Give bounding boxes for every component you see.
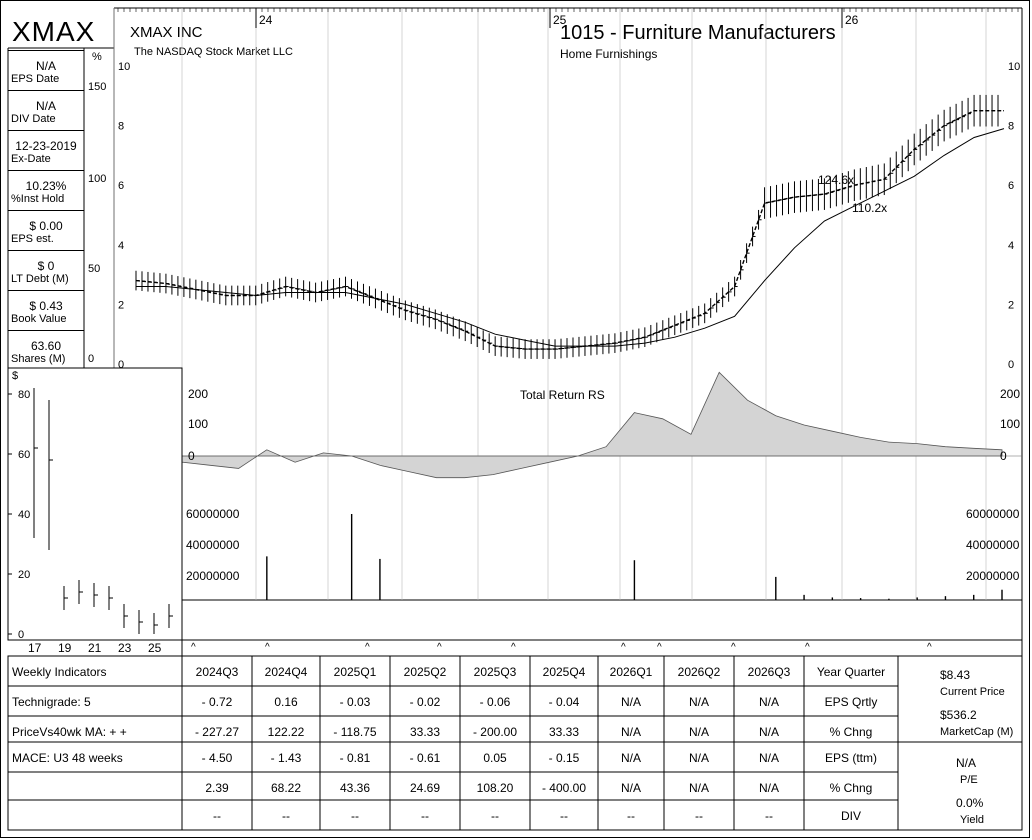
table-cell: N/A (758, 695, 779, 709)
table-cell: N/A (620, 751, 641, 765)
row-label: Weekly Indicators (12, 665, 107, 679)
table-cell: N/A (620, 695, 641, 709)
table-cell: - 0.81 (339, 751, 371, 765)
table-cell: 24.69 (409, 781, 441, 795)
table-cell: -- (695, 809, 703, 823)
current-price-label: Current Price (940, 686, 1005, 698)
table-cell: - 0.61 (409, 751, 441, 765)
pe-label: P/E (960, 774, 978, 786)
table-cell: N/A (758, 781, 779, 795)
row-label: Technigrade: 5 (12, 695, 91, 709)
table-cell: - 400.00 (541, 781, 587, 795)
table-cell: - 227.27 (194, 725, 240, 739)
marketcap-value: $536.2 (940, 708, 977, 722)
table-cell: 2025Q4 (542, 665, 586, 679)
table-cell: - 0.72 (201, 695, 233, 709)
table-cell: 2025Q3 (473, 665, 517, 679)
table-cell: - 200.00 (472, 725, 518, 739)
row-label: MACE: U3 48 weeks (12, 751, 123, 765)
table-cell: -- (765, 809, 773, 823)
table-border (7, 655, 1023, 831)
table-cell: 2.39 (205, 781, 229, 795)
table-cell: -- (491, 809, 499, 823)
marketcap-label: MarketCap (M) (940, 726, 1014, 738)
table-cell: 108.20 (476, 781, 514, 795)
table-cell: EPS Qrtly (824, 695, 878, 709)
table-cell: -- (560, 809, 568, 823)
table-cell: - 0.03 (339, 695, 371, 709)
table-cell: -- (213, 809, 221, 823)
current-price-value: $8.43 (940, 668, 971, 682)
table-cell: -- (282, 809, 290, 823)
table-cell: N/A (758, 725, 779, 739)
table-cell: -- (627, 809, 635, 823)
table-cell: N/A (758, 751, 779, 765)
yield-label: Yield (960, 814, 985, 826)
table-cell: 122.22 (267, 725, 305, 739)
table-cell: -- (421, 809, 429, 823)
yield-value: 0.0% (956, 796, 984, 810)
table-cell: - 0.04 (548, 695, 580, 709)
table-cell: 43.36 (339, 781, 371, 795)
table-cell: - 118.75 (333, 725, 377, 739)
table-cell: - 1.43 (270, 751, 302, 765)
table-cell: EPS (ttm) (824, 751, 877, 765)
table-cell: 0.16 (274, 695, 298, 709)
table-cell: N/A (688, 725, 709, 739)
table-cell: N/A (620, 725, 641, 739)
pe-value: N/A (956, 756, 977, 770)
table-cell: DIV (840, 809, 861, 823)
table-cell: 2024Q3 (195, 665, 239, 679)
table-cell: % Chng (829, 725, 873, 739)
table-cell: - 4.50 (201, 751, 233, 765)
table-cell: 2026Q2 (677, 665, 721, 679)
table-cell: - 0.06 (479, 695, 511, 709)
table-cell: N/A (688, 695, 709, 709)
table-cell: N/A (620, 781, 641, 795)
table-cell: 0.05 (483, 751, 507, 765)
table-cell: 68.22 (270, 781, 302, 795)
data-table-grid (7, 655, 1023, 831)
table-cell: N/A (688, 781, 709, 795)
table-cell: 2026Q3 (747, 665, 791, 679)
table-cell: Year Quarter (816, 665, 886, 679)
table-cell: 33.33 (548, 725, 580, 739)
table-cell: 2026Q1 (609, 665, 653, 679)
table-cell: % Chng (829, 781, 873, 795)
table-cell: -- (351, 809, 359, 823)
table-cell: 2025Q1 (333, 665, 377, 679)
table-cell: - 0.02 (409, 695, 441, 709)
table-cell: N/A (688, 751, 709, 765)
table-cell: 2025Q2 (403, 665, 447, 679)
table-cell: 2024Q4 (264, 665, 308, 679)
row-label: PriceVs40wk MA: + + (12, 725, 127, 739)
table-cell: - 0.15 (548, 751, 580, 765)
table-cell: 33.33 (409, 725, 441, 739)
